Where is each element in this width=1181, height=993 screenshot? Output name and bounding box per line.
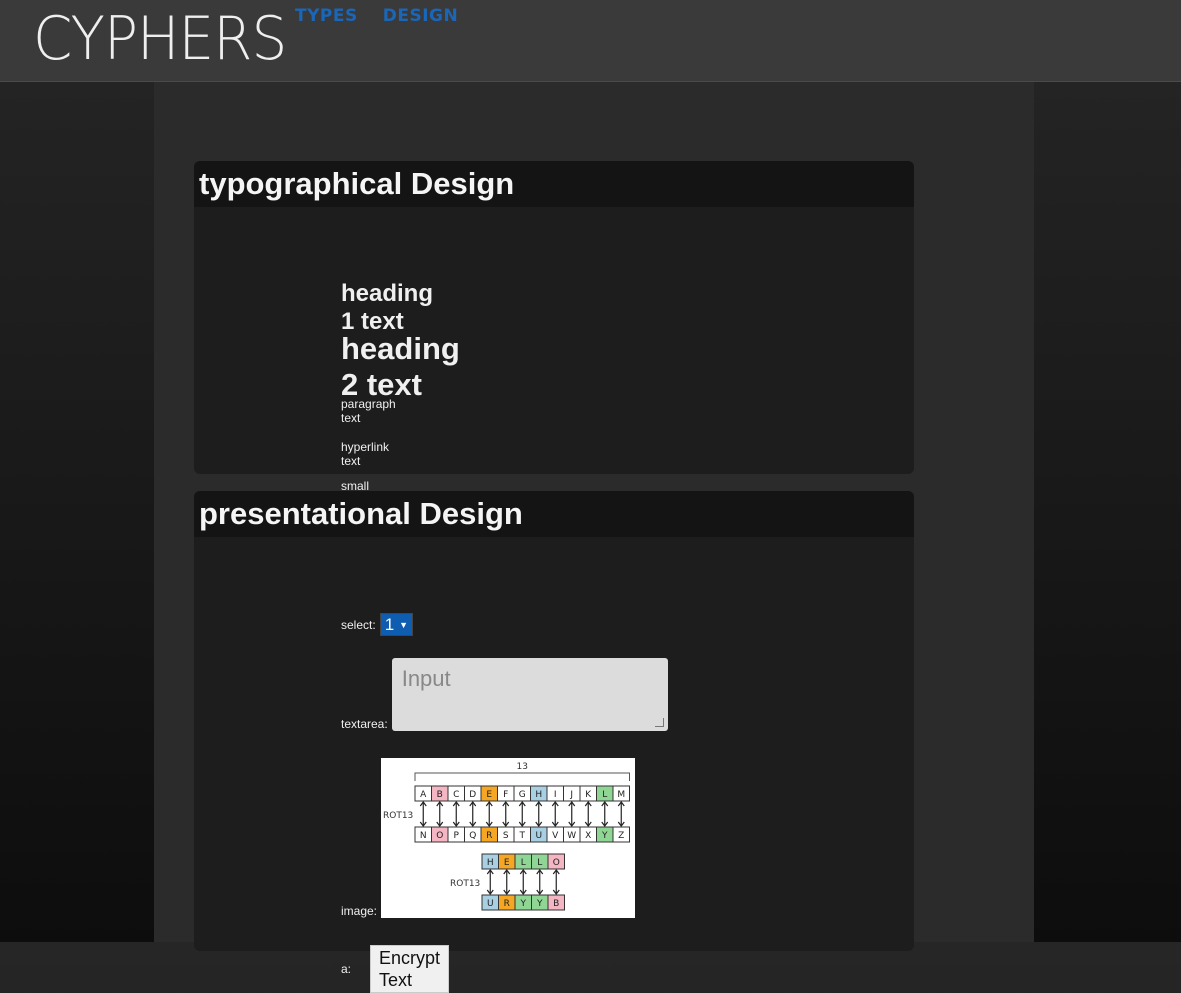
rot13-side-label: ROT13 [383,811,413,821]
cipher-word-cell-letter: U [487,899,494,909]
bottom-row-cell-letter: P [454,831,460,841]
bracket-line [414,772,631,781]
plain-word-cell-letter: E [504,858,510,868]
image-label: image: [341,904,378,918]
text-input-area[interactable]: Input [391,658,668,731]
bottom-row-cell-letter: Q [469,831,476,841]
top-row-cell-letter: I [554,790,557,800]
paragraph-sample: paragraph text [341,397,396,425]
typography-panel: typographical Design heading 1 text head… [194,161,914,507]
bottom-row-cell-letter: V [552,831,559,841]
top-row-cell-letter: M [617,790,625,800]
rot13-diagram-image: 13ROT13ANBOCPDQERFSGTHUIVJWKXLYMZROT13HU… [381,758,636,918]
textarea-placeholder: Input [401,666,451,691]
encrypt-text-button[interactable]: Encrypt Text [370,945,450,993]
bottom-row-cell-letter: O [436,831,443,841]
dropdown-arrow-icon: ▼ [399,619,409,630]
anchor-label: a: [341,962,352,976]
nav-link-types[interactable]: TYPES [295,6,358,26]
image-row: image: 13 ROT13 A N B O C P D Q E R F S G T H U I V J W K X L Y M Z… [341,758,636,918]
cipher-word-cell-letter: R [504,899,510,909]
top-row-cell-letter: D [469,790,476,800]
rot13-word-label: ROT13 [450,879,480,889]
top-row-cell-letter: G [519,790,526,800]
select-row: select: 1 ▼ [341,613,414,636]
bottom-row-cell-letter: T [519,831,526,841]
presentation-panel: presentational Design select: 1 ▼ textar… [194,491,914,993]
cipher-word-cell-letter: Y [520,899,527,909]
anchor-row: a: Encrypt Text [341,945,450,993]
main-nav: TYPES DESIGN [295,6,458,26]
top-row-cell-letter: B [437,790,443,800]
top-row-cell-letter: J [569,790,573,800]
heading-2-sample: heading 2 text [341,331,460,402]
count-label: 13 [517,762,528,772]
panel-title: typographical Design [194,161,914,207]
bottom-row-cell-letter: Y [601,831,608,841]
number-select[interactable]: 1 ▼ [379,613,414,636]
bottom-row-cell-letter: W [567,831,576,841]
bottom-row-cell-letter: X [585,831,591,841]
bottom-row-cell-letter: U [535,831,542,841]
top-row-cell-letter: A [420,790,427,800]
top-row-cell-letter: L [602,790,607,800]
bottom-row-cell-letter: S [503,831,509,841]
panel-title: presentational Design [194,491,914,537]
bottom-row-cell-letter: R [486,831,492,841]
bottom-row-cell-letter: Z [618,831,624,841]
site-logo[interactable]: CYPHERS [33,4,287,74]
plain-word-cell-letter: O [553,858,560,868]
top-row-cell-letter: E [486,790,492,800]
plain-word-cell-letter: H [487,858,494,868]
hyperlink-sample[interactable]: hyperlink text [341,440,389,468]
top-row-cell-letter: F [503,790,508,800]
top-bar: CYPHERS TYPES DESIGN [0,0,1181,82]
top-row-cell-letter: C [453,790,459,800]
select-label: select: [341,617,376,632]
cipher-word-cell-letter: Y [536,899,543,909]
top-row-cell-letter: H [535,790,542,800]
resize-grip-icon[interactable] [654,718,664,727]
select-value: 1 [384,614,395,634]
plain-word-cell-letter: L [537,858,542,868]
nav-link-design[interactable]: DESIGN [383,6,458,26]
plain-word-cell-letter: L [521,858,526,868]
textarea-label: textarea: [341,717,388,731]
cipher-word-cell-letter: B [553,899,559,909]
textarea-row: textarea: Input [341,658,668,731]
bottom-row-cell-letter: N [420,831,427,841]
heading-1-sample: heading 1 text [341,280,434,335]
